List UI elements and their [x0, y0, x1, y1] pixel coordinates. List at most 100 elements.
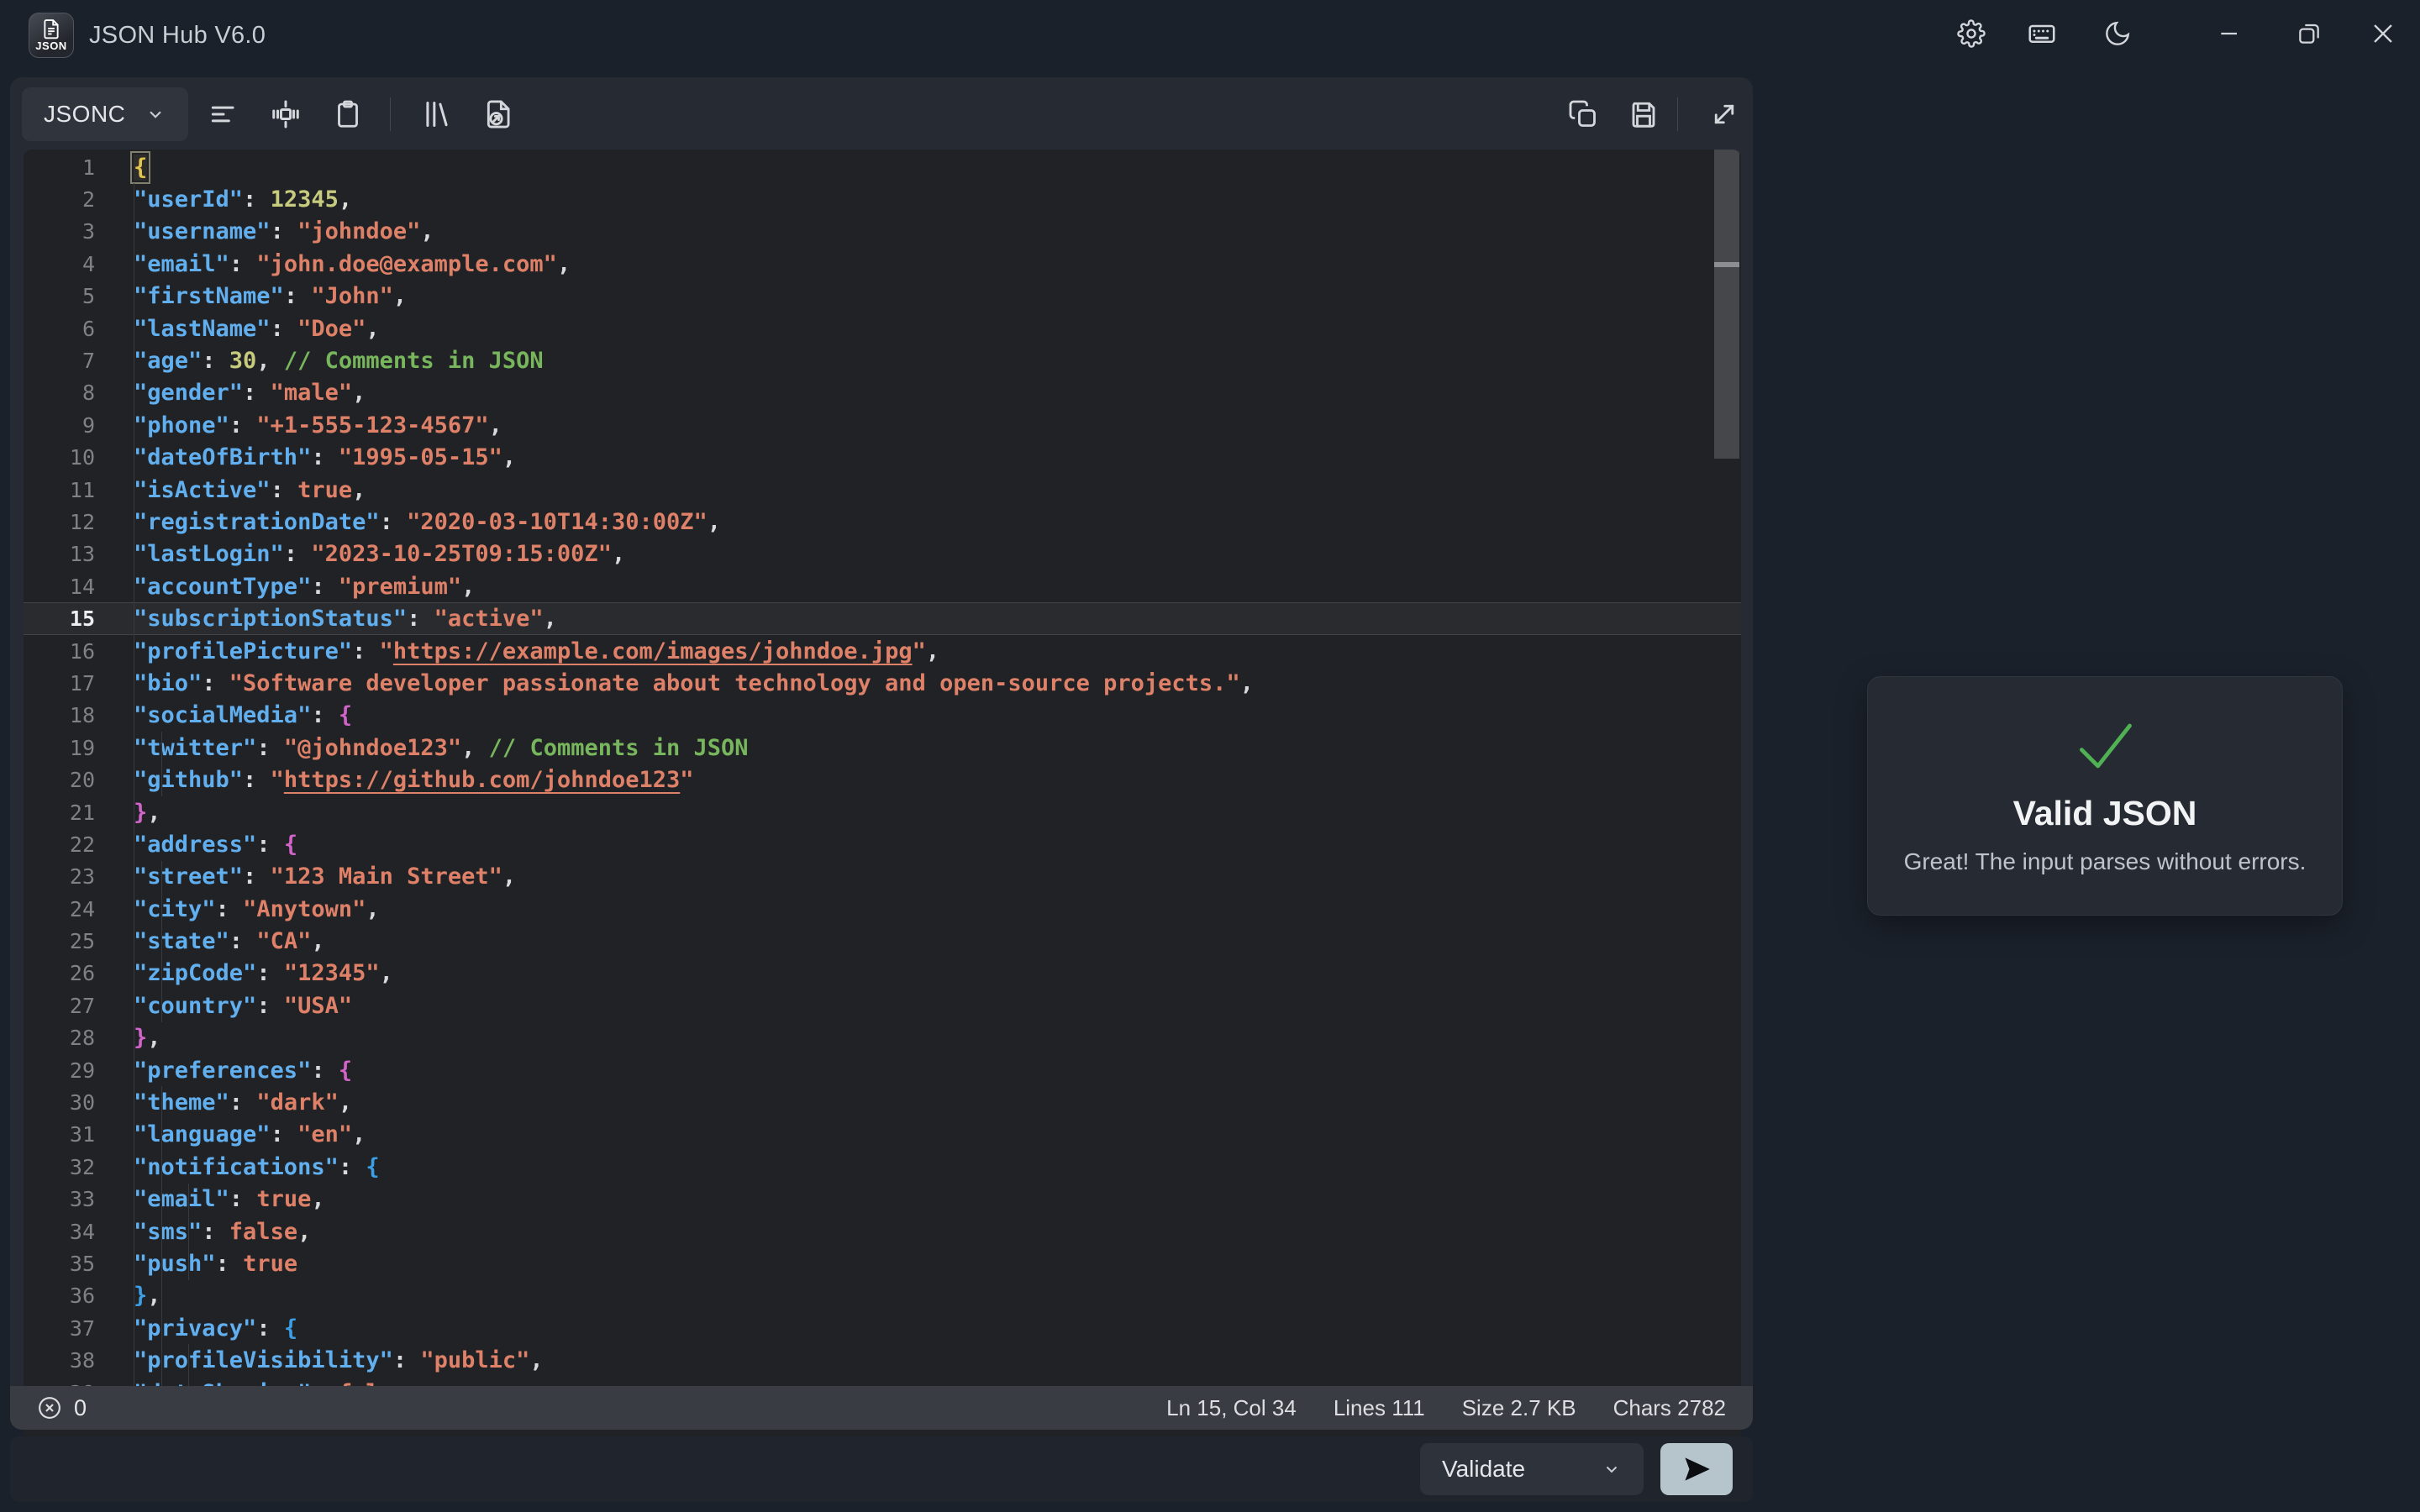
token-k: "socialMedia" — [134, 702, 311, 728]
code-line-22: 22 "address": { — [24, 828, 1741, 860]
token-k: "bio" — [134, 670, 202, 696]
token-p: : — [352, 638, 380, 664]
code-line-28: 28 }, — [24, 1022, 1741, 1054]
token-s: "2020-03-10T14:30:00Z" — [407, 509, 708, 535]
indent-guide — [188, 1344, 189, 1376]
token-b2: { — [284, 832, 297, 858]
token-k: "preferences" — [134, 1058, 311, 1084]
action-selector[interactable]: Validate — [1420, 1443, 1644, 1495]
token-k: "notifications" — [134, 1154, 339, 1180]
line-content: "city": "Anytown", — [95, 893, 1741, 925]
line-content: "firstName": "John", — [95, 281, 1741, 312]
settings-button[interactable] — [1941, 0, 2002, 67]
token-k: "email" — [134, 251, 229, 277]
send-icon — [1682, 1455, 1711, 1483]
line-content: "github": "https://github.com/johndoe123… — [95, 764, 1741, 795]
validation-result-card: Valid JSON Great! The input parses witho… — [1867, 676, 2343, 916]
token-p: : — [407, 606, 434, 632]
code-line-12: 12 "registrationDate": "2020-03-10T14:30… — [24, 506, 1741, 538]
line-number: 32 — [24, 1155, 95, 1179]
token-k: "lastName" — [134, 316, 271, 342]
code-line-1: 1{ — [24, 151, 1741, 183]
token-p: , — [502, 864, 516, 890]
indent-guide — [161, 1280, 162, 1312]
line-number: 6 — [24, 317, 95, 341]
scrollbar-thumb[interactable] — [1714, 150, 1739, 459]
token-b2: { — [339, 1058, 352, 1084]
indent-guide — [161, 1184, 162, 1215]
token-k: "profilePicture" — [134, 638, 352, 664]
code-line-13: 13 "lastLogin": "2023-10-25T09:15:00Z", — [24, 538, 1741, 570]
token-k: "subscriptionStatus" — [134, 606, 407, 632]
run-action-button[interactable] — [1660, 1443, 1733, 1495]
keyboard-button[interactable] — [2012, 0, 2072, 67]
token-k: "phone" — [134, 412, 229, 438]
token-k: "gender" — [134, 380, 243, 406]
token-p: : — [229, 928, 257, 954]
token-p: , — [557, 251, 571, 277]
line-content: "language": "en", — [95, 1119, 1741, 1151]
app-logo: JSON — [29, 13, 74, 58]
token-p: : — [284, 541, 312, 567]
code-line-35: 35 "push": true — [24, 1247, 1741, 1279]
save-button[interactable] — [1617, 86, 1670, 143]
line-content: { — [95, 151, 1741, 183]
line-content: "state": "CA", — [95, 925, 1741, 957]
token-p: , — [544, 606, 557, 632]
line-content: "privacy": { — [95, 1312, 1741, 1344]
indent-guide — [161, 1247, 162, 1279]
token-p: : — [256, 960, 284, 986]
result-title: Valid JSON — [2013, 794, 2197, 833]
json-document-icon — [42, 19, 60, 39]
line-number: 31 — [24, 1122, 95, 1147]
minify-button[interactable] — [259, 86, 313, 143]
line-number: 37 — [24, 1316, 95, 1341]
library-button[interactable] — [410, 86, 464, 143]
maximize-button[interactable] — [2279, 0, 2339, 67]
code-line-10: 10 "dateOfBirth": "1995-05-15", — [24, 442, 1741, 474]
token-p: : — [256, 993, 284, 1019]
line-number: 8 — [24, 381, 95, 405]
code-line-24: 24 "city": "Anytown", — [24, 893, 1741, 925]
code-line-20: 20 "github": "https://github.com/johndoe… — [24, 764, 1741, 795]
token-b3: } — [134, 1283, 147, 1309]
line-content: "lastLogin": "2023-10-25T09:15:00Z", — [95, 538, 1741, 570]
export-file-button[interactable] — [472, 86, 526, 143]
token-k: "firstName" — [134, 283, 284, 309]
copy-button[interactable] — [1556, 86, 1610, 143]
line-number: 36 — [24, 1284, 95, 1308]
indent-guide — [188, 1247, 189, 1279]
line-content: "profileVisibility": "public", — [95, 1344, 1741, 1376]
action-bar: Validate — [10, 1436, 1753, 1502]
editor-scrollbar — [1712, 150, 1741, 1465]
editor-panel: JSONC — [10, 77, 1753, 1430]
token-s: " — [271, 767, 284, 793]
line-content: }, — [95, 1022, 1741, 1054]
indent-guide — [161, 1215, 162, 1247]
minimize-button[interactable] — [2200, 0, 2260, 67]
token-p: , — [380, 960, 393, 986]
token-p: , — [339, 1089, 352, 1116]
token-b2: } — [134, 800, 147, 826]
line-number: 29 — [24, 1058, 95, 1083]
token-s: " — [913, 638, 926, 664]
token-p: : — [393, 1347, 421, 1373]
line-number: 13 — [24, 542, 95, 566]
paste-button[interactable] — [321, 86, 375, 143]
token-k: "profileVisibility" — [134, 1347, 393, 1373]
token-s: "John" — [311, 283, 393, 309]
format-button[interactable] — [197, 86, 250, 143]
code-line-37: 37 "privacy": { — [24, 1312, 1741, 1344]
dark-mode-button[interactable] — [2087, 0, 2148, 67]
expand-button[interactable] — [1697, 86, 1751, 143]
token-k: "github" — [134, 767, 243, 793]
code-editor[interactable]: 1{2 "userId": 12345,3 "username": "johnd… — [24, 150, 1741, 1465]
token-k: "street" — [134, 864, 243, 890]
token-p: : — [243, 767, 271, 793]
token-s: "john.doe@example.com" — [256, 251, 557, 277]
close-button[interactable] — [2353, 0, 2413, 67]
language-selector[interactable]: JSONC — [22, 87, 188, 141]
token-k: "email" — [134, 1186, 229, 1212]
code-line-2: 2 "userId": 12345, — [24, 183, 1741, 215]
indent-guide — [161, 861, 162, 893]
